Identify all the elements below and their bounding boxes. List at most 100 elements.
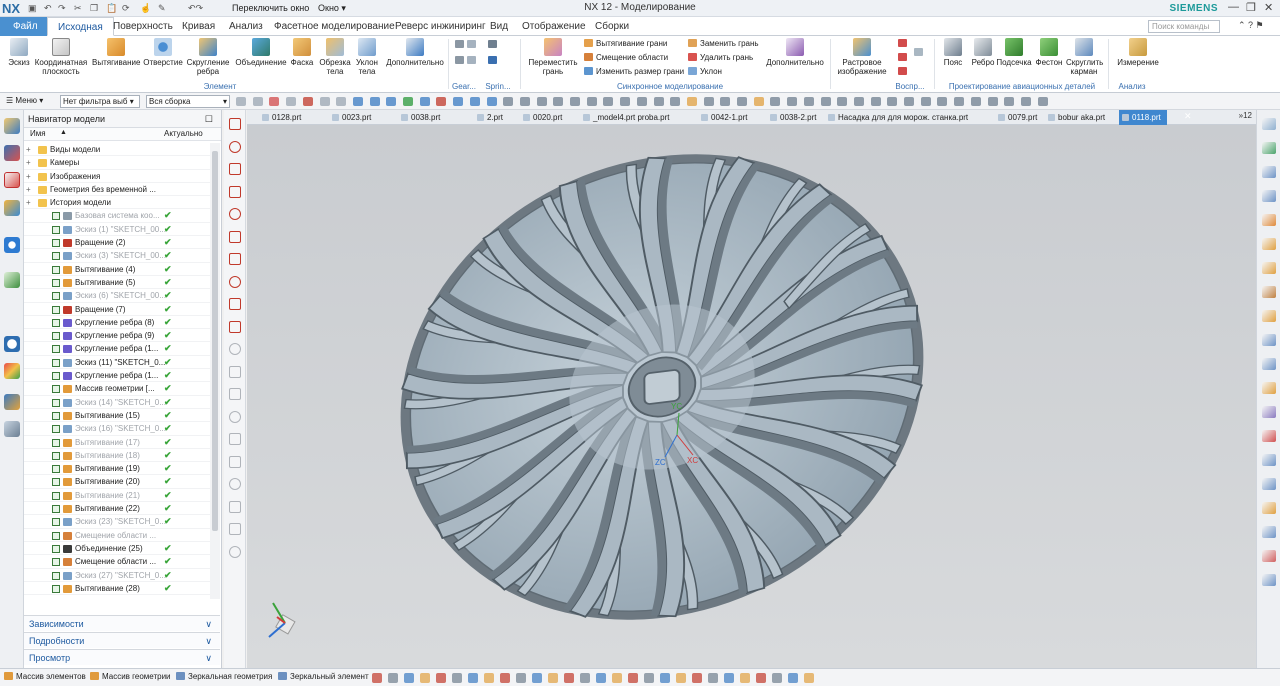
status-tool-icon[interactable] — [644, 673, 654, 683]
surface-tool-icon[interactable] — [1262, 502, 1276, 514]
selection-tool-icon[interactable] — [403, 97, 413, 106]
selection-tool-icon[interactable] — [1004, 97, 1015, 106]
visibility-checkbox[interactable] — [52, 478, 60, 487]
selection-tool-icon[interactable] — [770, 97, 781, 106]
unite-button[interactable]: Объединение — [234, 38, 288, 67]
tree-row[interactable]: Вытягивание (4) ✔ — [24, 263, 210, 276]
sketch-tool-icon[interactable] — [229, 433, 241, 445]
tree-row[interactable]: Эскиз (3) "SKETCH_00... ✔ — [24, 249, 210, 263]
visibility-checkbox[interactable] — [52, 345, 60, 354]
tree-row[interactable]: Вытягивание (19) ✔ — [24, 462, 210, 476]
tree-row[interactable]: + Камеры — [24, 156, 210, 170]
status-tool-icon[interactable] — [500, 673, 510, 683]
tree-row[interactable]: Вытягивание (22) ✔ — [24, 502, 210, 516]
tree-row[interactable]: Эскиз (27) "SKETCH_0... ✔ — [24, 569, 210, 582]
tree-row[interactable]: Объединение (25) ✔ — [24, 542, 210, 556]
surface-tool-icon[interactable] — [1262, 262, 1276, 274]
delete-face-button[interactable]: Удалить грань — [688, 53, 753, 63]
visibility-checkbox[interactable] — [52, 491, 60, 500]
selection-tool-icon[interactable] — [653, 97, 664, 106]
surface-tool-icon[interactable] — [1262, 118, 1276, 130]
selection-tool-icon[interactable] — [720, 97, 731, 106]
tab-display[interactable]: Отображение — [512, 17, 596, 36]
selection-tool-icon[interactable] — [319, 97, 330, 106]
offset-region-button[interactable]: Смещение области — [584, 53, 668, 63]
navigator-scrollbar[interactable] — [210, 143, 220, 599]
resize-face-button[interactable]: Изменить размер грани — [584, 67, 684, 77]
column-actual[interactable]: Актуально — [164, 129, 203, 138]
mirror-geometry-button[interactable]: Зеркальная геометрия — [176, 672, 272, 681]
selection-tool-icon[interactable] — [352, 97, 363, 106]
draft-body-button[interactable]: Уклон тела — [353, 38, 381, 76]
history-icon[interactable] — [4, 272, 20, 288]
doc-tab[interactable]: 0038.prt — [398, 110, 440, 125]
selection-tool-icon[interactable] — [486, 97, 497, 106]
playback-tools[interactable] — [898, 39, 910, 49]
selection-tool-icon[interactable] — [252, 97, 263, 106]
status-tool-icon[interactable] — [532, 673, 542, 683]
extrude-button[interactable]: Вытягивание — [92, 38, 140, 67]
visibility-checkbox[interactable] — [52, 252, 60, 261]
status-tool-icon[interactable] — [756, 673, 766, 683]
visibility-checkbox[interactable] — [52, 278, 60, 287]
status-tool-icon[interactable] — [660, 673, 670, 683]
selection-tool-icon[interactable] — [586, 97, 597, 106]
visibility-checkbox[interactable] — [52, 505, 60, 514]
surface-tool-icon[interactable] — [1262, 574, 1276, 586]
spring-tools[interactable] — [488, 40, 500, 50]
status-tool-icon[interactable] — [740, 673, 750, 683]
status-tool-icon[interactable] — [596, 673, 606, 683]
column-name[interactable]: Имя — [30, 129, 46, 138]
measure-button[interactable]: Измерение — [1114, 38, 1162, 67]
datum-plane-button[interactable]: Координатная плоскость — [34, 38, 88, 76]
gear-tools-2[interactable] — [455, 56, 479, 66]
tree-row[interactable]: + Изображения — [24, 170, 210, 183]
selection-tool-icon[interactable] — [837, 97, 848, 106]
assembly-navigator-icon[interactable] — [4, 145, 20, 161]
status-tool-icon[interactable] — [516, 673, 526, 683]
selection-tool-icon[interactable] — [419, 97, 430, 106]
surface-tool-icon[interactable] — [1262, 286, 1276, 298]
mirror-feature-button[interactable]: Зеркальный элемент — [278, 672, 369, 681]
tab-surface[interactable]: Поверхность — [103, 17, 183, 36]
selection-tool-icon[interactable] — [503, 97, 514, 106]
doc-tab[interactable]: _model4.prt proba.prt — [580, 110, 670, 125]
dependencies-panel[interactable]: Зависимости ∨ — [24, 615, 220, 631]
tree-row[interactable]: Вращение (7) ✔ — [24, 303, 210, 316]
selection-tool-icon[interactable] — [369, 97, 380, 106]
selection-tool-icon[interactable] — [536, 97, 547, 106]
sketch-tool-icon[interactable] — [229, 343, 241, 355]
sketch-tool-icon[interactable] — [229, 230, 241, 243]
surface-tool-icon[interactable] — [1262, 406, 1276, 418]
visibility-checkbox[interactable] — [52, 411, 60, 420]
maximize-icon[interactable]: ❐ — [1246, 1, 1256, 14]
selection-tool-icon[interactable] — [920, 97, 931, 106]
tree-row[interactable]: Вытягивание (21) ✔ — [24, 489, 210, 503]
tree-row[interactable]: Вытягивание (18) ✔ — [24, 449, 210, 463]
more-features-button[interactable]: Дополнительно — [384, 38, 446, 67]
tree-row[interactable]: Эскиз (14) "SKETCH_0... ✔ — [24, 396, 210, 409]
tree-row[interactable]: Вытягивание (5) ✔ — [24, 276, 210, 290]
sync-more-button[interactable]: Дополнительно — [764, 38, 826, 67]
constraint-navigator-icon[interactable] — [4, 172, 20, 188]
tree-row[interactable]: Базовая система коо... ✔ — [24, 209, 210, 223]
doc-tab[interactable]: bobur aka.prt — [1045, 110, 1105, 125]
status-tool-icon[interactable] — [372, 673, 382, 683]
tab-curve[interactable]: Кривая — [172, 17, 225, 36]
clock-icon[interactable] — [4, 336, 20, 352]
doc-tab[interactable]: Насадка для для морож. станка.prt — [825, 110, 968, 125]
tab-file[interactable]: Файл — [0, 17, 51, 36]
joggle-button[interactable]: Подсечка — [996, 38, 1032, 67]
pattern-geometry-button[interactable]: Массив геометрии — [90, 672, 171, 681]
status-tool-icon[interactable] — [612, 673, 622, 683]
hole-button[interactable]: Отверстие — [143, 38, 183, 67]
visibility-checkbox[interactable] — [52, 225, 60, 234]
sketch-tool-icon[interactable] — [229, 253, 241, 265]
expand-icon[interactable]: + — [26, 196, 31, 209]
selection-tool-icon[interactable] — [453, 97, 464, 106]
chamfer-button[interactable]: Фаска — [289, 38, 315, 67]
visibility-checkbox[interactable] — [52, 425, 60, 434]
selection-tool-icon[interactable] — [987, 97, 998, 106]
selection-tool-icon[interactable] — [803, 97, 814, 106]
selection-tool-icon[interactable] — [937, 97, 948, 106]
